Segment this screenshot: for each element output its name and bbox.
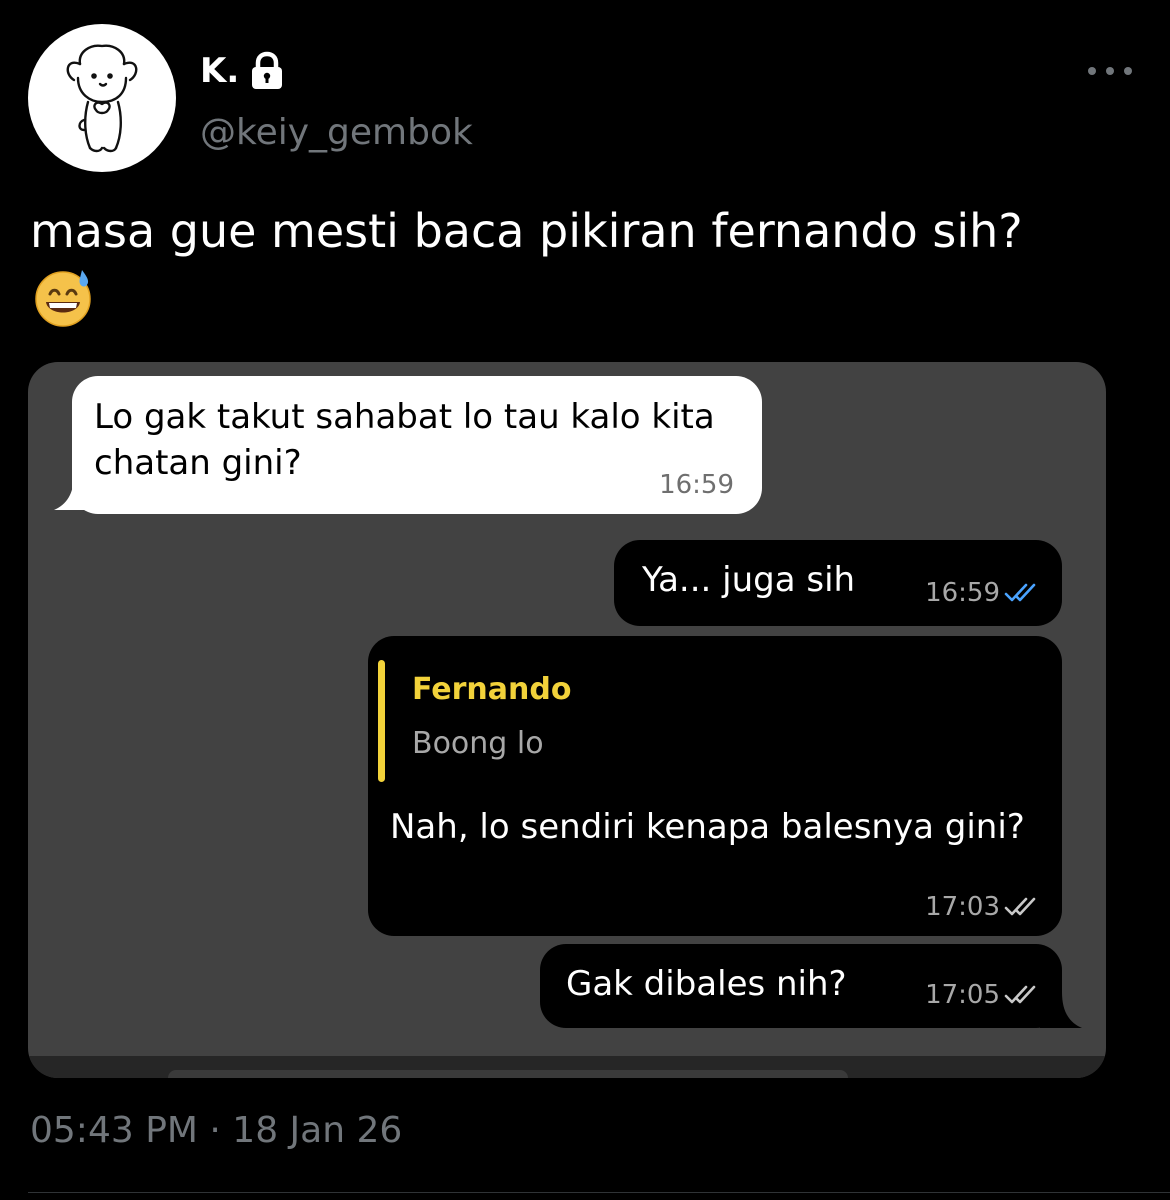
divider [28, 1192, 1170, 1193]
reply-quote-author[interactable]: Fernando [412, 672, 571, 707]
more-horizontal-icon[interactable] [1088, 58, 1132, 84]
message-time: 16:59 [659, 470, 734, 500]
message-text: Ya... juga sih [642, 560, 856, 600]
reply-quote-bar [378, 660, 385, 782]
tweet: K. @keiy_gembok masa gue mesti baca piki… [0, 0, 1170, 1200]
attached-chat-screenshot[interactable]: Lo gak takut sahabat lo tau kalo kita ch… [28, 362, 1106, 1078]
author-handle[interactable]: @keiy_gembok [200, 112, 473, 153]
double-check-read-icon [1004, 583, 1036, 602]
message-meta: 16:59 [925, 578, 1040, 608]
message-text: Nah, lo sendiri kenapa balesnya gini? [390, 807, 1025, 847]
outgoing-bubble-tail [1040, 992, 1082, 1028]
dog-doodle-avatar-icon [66, 44, 138, 153]
message-time: 16:59 [925, 578, 1000, 608]
grinning-face-with-sweat-emoji-icon [35, 270, 91, 327]
tweet-timestamp[interactable]: 05:43 PM · 18 Jan 26 [30, 1110, 402, 1151]
tweet-text: masa gue mesti baca pikiran fernando sih… [30, 204, 1023, 258]
chat-input-bar [168, 1070, 848, 1078]
chat-message-outgoing: Gak dibales nih? 17:05 [540, 944, 1062, 1028]
chat-message-outgoing: Ya... juga sih 16:59 [614, 540, 1062, 626]
double-check-icon [1004, 985, 1036, 1004]
reply-quote-text[interactable]: Boong lo [412, 726, 544, 761]
message-meta: 17:03 [925, 892, 1040, 922]
author-display-name[interactable]: K. [200, 51, 239, 91]
chat-message-outgoing-reply: Fernando Boong lo Nah, lo sendiri kenapa… [368, 636, 1062, 936]
message-time: 17:05 [925, 980, 1000, 1010]
message-time: 17:03 [925, 892, 1000, 922]
chat-message-incoming: Lo gak takut sahabat lo tau kalo kita ch… [72, 376, 762, 514]
lock-icon [252, 51, 283, 89]
double-check-icon [1004, 897, 1036, 916]
message-text: Lo gak takut sahabat lo tau kalo kita ch… [94, 397, 715, 483]
author-name-row[interactable]: K. [200, 46, 285, 96]
avatar[interactable] [28, 24, 176, 172]
message-text: Gak dibales nih? [566, 964, 847, 1004]
message-meta: 17:05 [925, 980, 1040, 1010]
